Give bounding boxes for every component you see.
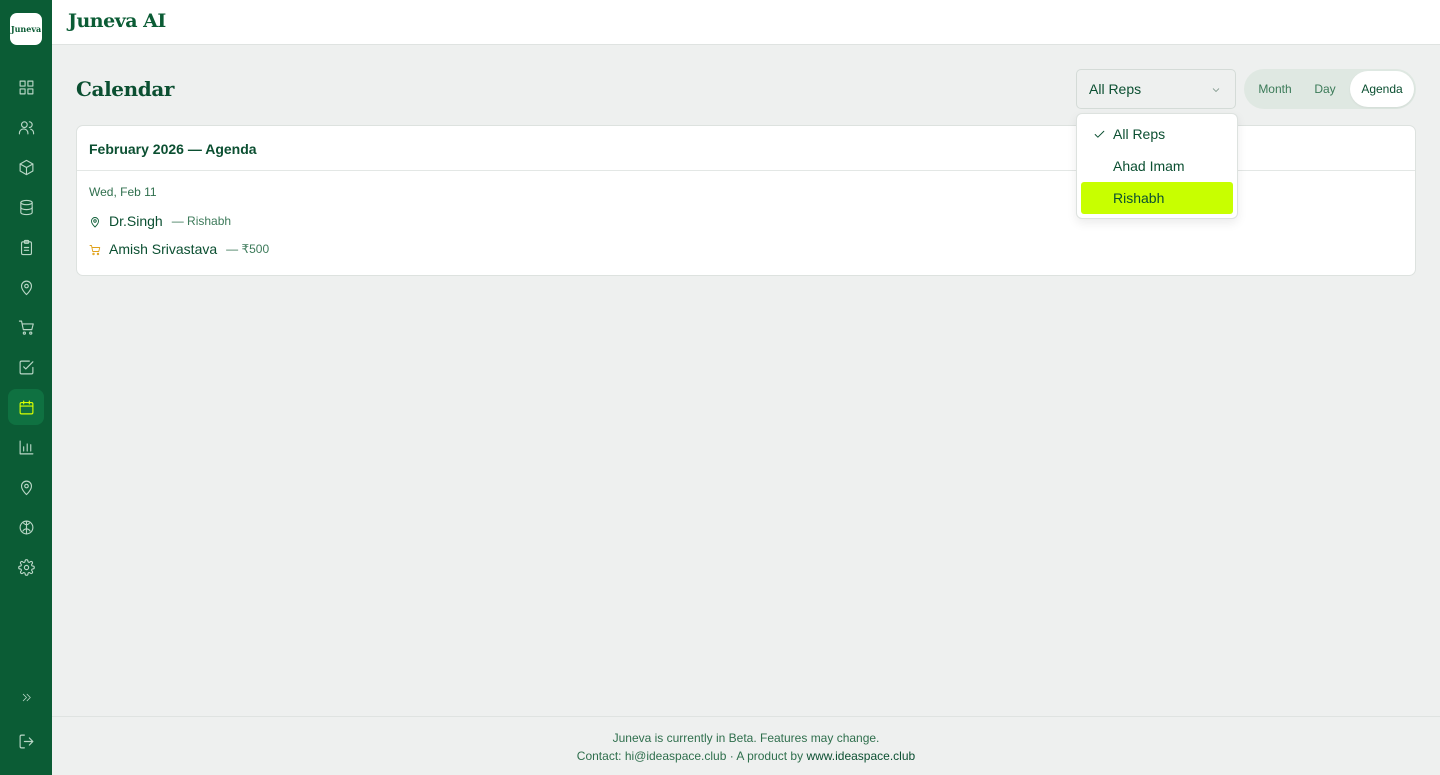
sidebar-item-database[interactable] [8, 189, 44, 225]
footer-contact: Contact: hi@ideaspace.club · A product b… [52, 749, 1440, 763]
check-square-icon [19, 360, 33, 374]
rep-option-ahad-imam[interactable]: Ahad Imam [1081, 150, 1233, 182]
page-title: Calendar [76, 77, 175, 101]
map-pin-icon [89, 215, 101, 228]
sidebar-item-map[interactable] [8, 469, 44, 505]
chevron-down-icon [1210, 83, 1222, 95]
view-month-button[interactable]: Month [1250, 71, 1300, 107]
sidebar-item-users[interactable] [8, 109, 44, 145]
sidebar-item-calendar[interactable] [8, 389, 44, 425]
top-header: Juneva AI [52, 0, 1440, 45]
grid-icon [19, 80, 33, 94]
sidebar-item-checklist[interactable] [8, 349, 44, 385]
sidebar-item-tasks[interactable] [8, 229, 44, 265]
chevrons-right-icon [22, 693, 31, 701]
gear-icon [17, 558, 35, 576]
cart-icon [89, 243, 101, 256]
sidebar-item-settings[interactable] [8, 549, 44, 585]
rep-filter-select[interactable]: All Reps [1076, 69, 1236, 109]
view-agenda-button[interactable]: Agenda [1350, 71, 1414, 107]
rep-option-label: All Reps [1113, 126, 1166, 142]
cart-icon [18, 320, 34, 335]
sidebar-item-dashboard[interactable] [8, 69, 44, 105]
map-pin-icon [20, 480, 32, 495]
sidebar-expand-button[interactable] [8, 679, 44, 715]
event-meta: — Rishabh [171, 214, 232, 228]
sidebar-item-ai[interactable] [8, 509, 44, 545]
footer-beta-notice: Juneva is currently in Beta. Features ma… [612, 731, 880, 745]
rep-option-all-reps[interactable]: All Reps [1081, 118, 1233, 150]
agenda-day-label: Wed, Feb 11 [89, 185, 157, 199]
app-logo[interactable]: Juneva [10, 13, 42, 45]
view-toggle: Month Day Agenda [1244, 69, 1416, 109]
event-title: Dr.Singh [109, 213, 163, 229]
rep-option-label: Ahad Imam [1113, 158, 1185, 174]
agenda-event[interactable]: Amish Srivastava — ₹500 [89, 240, 269, 258]
sidebar-item-locations[interactable] [8, 269, 44, 305]
footer: Juneva is currently in Beta. Features ma… [52, 716, 1440, 775]
view-day-button[interactable]: Day [1302, 71, 1348, 107]
sidebar: Juneva [0, 0, 52, 775]
footer-website-link[interactable]: www.ideaspace.club [806, 749, 915, 763]
check-icon [1093, 128, 1106, 141]
logout-button[interactable] [8, 723, 44, 759]
agenda-event[interactable]: Dr.Singh — Rishabh [89, 212, 231, 230]
event-title: Amish Srivastava [109, 241, 218, 257]
brand-title: Juneva AI [68, 10, 166, 32]
sidebar-item-orders[interactable] [8, 309, 44, 345]
event-meta: — ₹500 [226, 242, 270, 256]
rep-filter-value: All Reps [1089, 81, 1142, 97]
rep-filter-dropdown: All Reps Ahad Imam Rishabh [1076, 113, 1238, 219]
rep-option-rishabh[interactable]: Rishabh [1081, 182, 1233, 214]
sidebar-item-reports[interactable] [8, 429, 44, 465]
users-icon [18, 120, 34, 134]
brain-icon [19, 520, 33, 534]
map-pin-icon [20, 280, 32, 295]
database-icon [19, 199, 33, 215]
sidebar-item-products[interactable] [8, 149, 44, 185]
bar-chart-icon [19, 440, 33, 454]
clipboard-icon [20, 239, 32, 255]
logout-icon [19, 734, 33, 748]
footer-contact-text: Contact: hi@ideaspace.club · A product b… [576, 749, 807, 763]
calendar-icon [19, 400, 33, 414]
box-icon [19, 159, 33, 175]
rep-option-label: Rishabh [1113, 190, 1165, 206]
